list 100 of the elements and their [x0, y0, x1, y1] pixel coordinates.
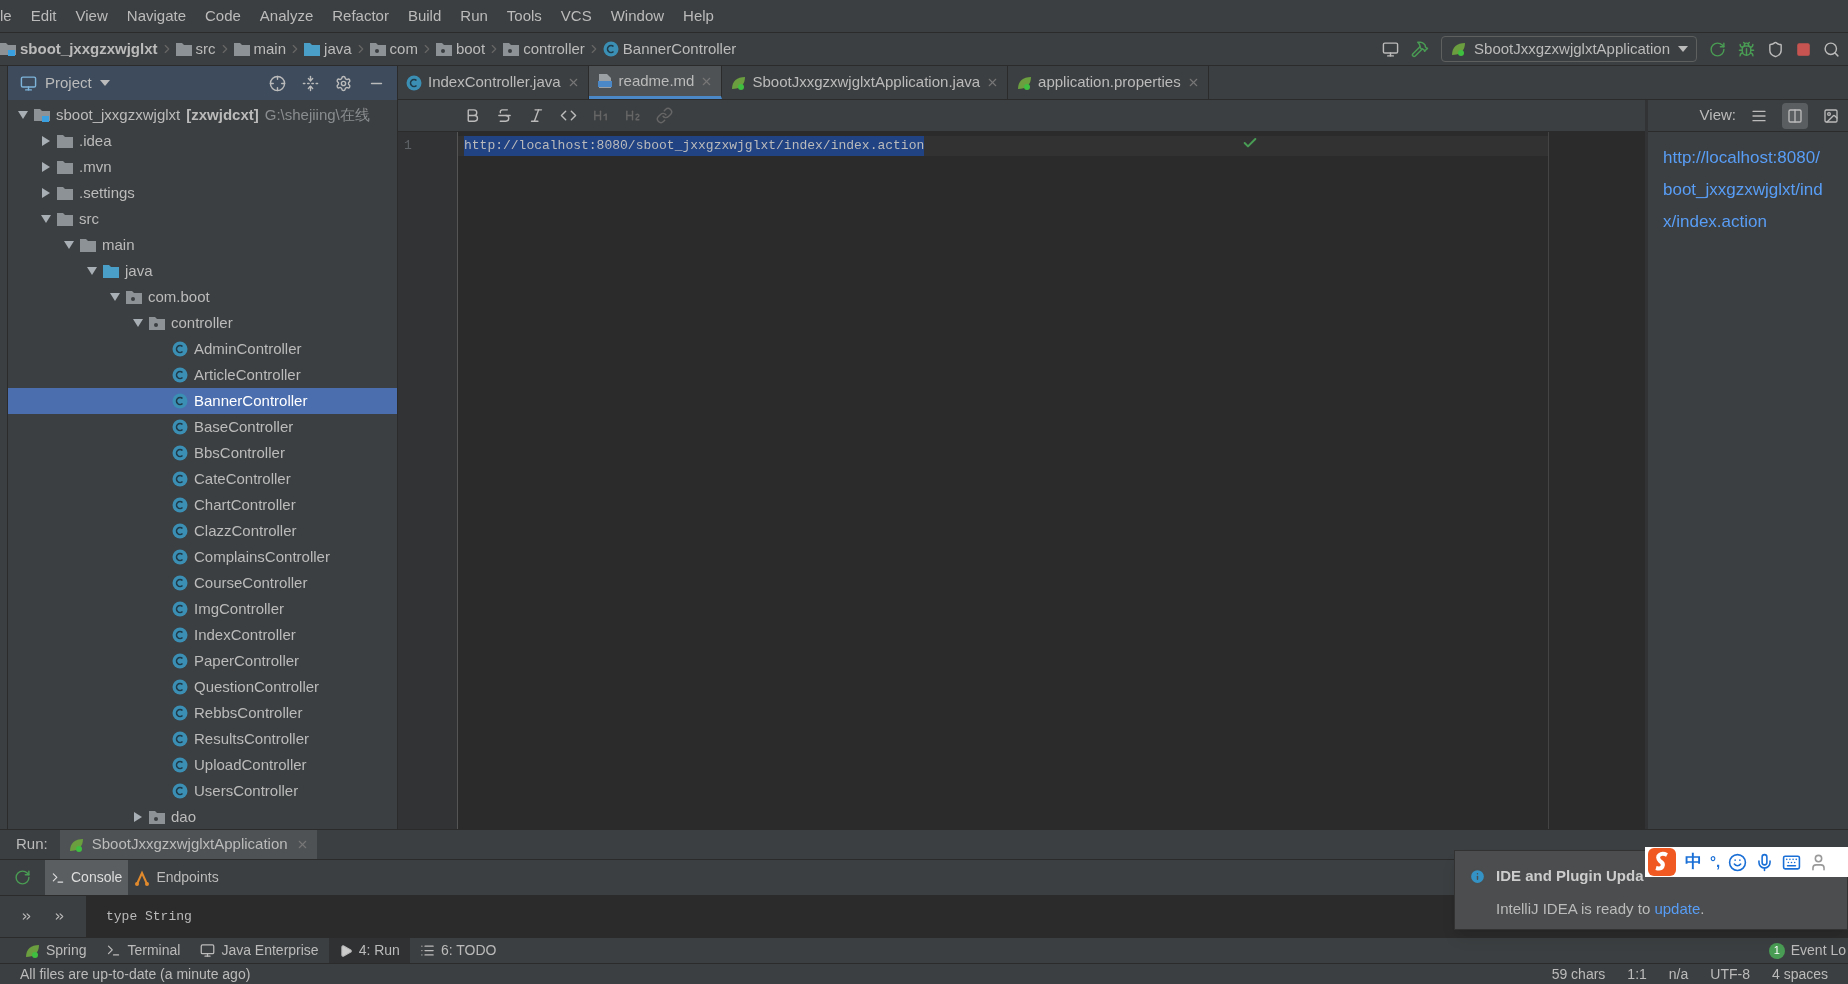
tool-window-button[interactable]: 4: Run	[328, 938, 410, 963]
expanded-arrow-icon[interactable]	[87, 266, 97, 276]
editor-tab[interactable]: application.properties	[1008, 66, 1209, 99]
tool-window-button[interactable]: Spring	[14, 938, 97, 963]
tree-item[interactable]: controller	[8, 310, 397, 336]
menu-item[interactable]: Analyze	[259, 4, 314, 28]
keyboard-icon[interactable]	[1782, 852, 1802, 872]
status-item[interactable]: UTF-8	[1710, 963, 1750, 984]
tree-item[interactable]: ImgController	[8, 596, 397, 622]
tree-item[interactable]: src	[8, 206, 397, 232]
status-item[interactable]: 4 spaces	[1771, 963, 1828, 984]
tree-item[interactable]: BannerController	[8, 388, 397, 414]
menu-item[interactable]: VCS	[560, 4, 592, 28]
tree-item[interactable]: ArticleController	[8, 362, 397, 388]
tool-window-button[interactable]: 6: TODO	[409, 938, 507, 963]
tree-item[interactable]: RebbsController	[8, 700, 397, 726]
view-mode-button[interactable]	[1782, 102, 1808, 129]
status-item[interactable]: 59 chars	[1551, 963, 1606, 984]
run-subtab[interactable]: Console	[45, 860, 129, 895]
search-icon[interactable]	[1823, 40, 1840, 58]
editor-tab[interactable]: SbootJxxgzxwjglxtApplication.java	[722, 66, 1009, 99]
tree-item[interactable]: ChartController	[8, 492, 397, 518]
collapsed-arrow-icon[interactable]	[41, 188, 51, 198]
expanded-arrow-icon[interactable]	[64, 240, 74, 250]
menu-item[interactable]: Help	[683, 4, 714, 28]
settings-icon[interactable]	[335, 74, 352, 92]
ime-logo-icon[interactable]	[1647, 847, 1677, 877]
build-icon[interactable]	[1411, 40, 1430, 58]
menu-item[interactable]: Edit	[30, 4, 57, 28]
expand-icon[interactable]	[20, 910, 33, 923]
tree-item[interactable]: .mvn	[8, 154, 397, 180]
breadcrumb-item[interactable]: boot	[435, 37, 486, 61]
menu-item[interactable]: Refactor	[332, 4, 389, 28]
editor-tab[interactable]: IndexController.java	[398, 66, 589, 99]
tree-item[interactable]: dao	[8, 804, 397, 829]
expanded-arrow-icon[interactable]	[110, 292, 120, 302]
status-item[interactable]: n/a	[1668, 963, 1689, 984]
expanded-arrow-icon[interactable]	[18, 110, 28, 120]
emoji-icon[interactable]	[1728, 852, 1748, 872]
tree-item[interactable]: CourseController	[8, 570, 397, 596]
run-configuration-dropdown[interactable]: SbootJxxgzxwjglxtApplication	[1441, 36, 1697, 62]
collapse-icon[interactable]	[302, 74, 319, 92]
tree-item[interactable]: ResultsController	[8, 726, 397, 752]
status-item[interactable]: 1:1	[1627, 963, 1647, 984]
menu-item[interactable]: View	[75, 4, 108, 28]
breadcrumb-item[interactable]: java	[304, 37, 352, 61]
tree-item[interactable]: .settings	[8, 180, 397, 206]
collapsed-arrow-icon[interactable]	[41, 162, 51, 172]
tree-item[interactable]: BbsController	[8, 440, 397, 466]
breadcrumb-item[interactable]: BannerController	[602, 37, 737, 61]
collapsed-arrow-icon[interactable]	[41, 136, 51, 146]
tree-item[interactable]: UsersController	[8, 778, 397, 804]
tree-item[interactable]: ComplainsController	[8, 544, 397, 570]
breadcrumb-item[interactable]: com	[369, 37, 418, 61]
tree-item[interactable]: sboot_jxxgzxwjglxt [zxwjdcxt] G:\shejiing\在线	[8, 102, 397, 128]
tree-item[interactable]: PaperController	[8, 648, 397, 674]
tree-item[interactable]: IndexController	[8, 622, 397, 648]
tree-item[interactable]: main	[8, 232, 397, 258]
rerun-icon[interactable]	[1709, 40, 1726, 58]
window-icon[interactable]	[1382, 40, 1400, 58]
update-link[interactable]: update	[1654, 899, 1701, 917]
breadcrumb-item[interactable]: sboot_jxxgzxwjglxt	[0, 37, 158, 61]
tree-item[interactable]: CateController	[8, 466, 397, 492]
event-log-button[interactable]: 1 Event Lo	[1768, 940, 1848, 961]
package-icon	[149, 316, 165, 330]
menu-item[interactable]: Window	[610, 4, 665, 28]
tree-item[interactable]: com.boot	[8, 284, 397, 310]
tree-item[interactable]: UploadController	[8, 752, 397, 778]
tree-item[interactable]: AdminController	[8, 336, 397, 362]
expand-icon[interactable]	[53, 910, 66, 923]
rerun-icon[interactable]	[14, 869, 31, 886]
expanded-arrow-icon[interactable]	[41, 214, 51, 224]
tree-item[interactable]: java	[8, 258, 397, 284]
menu-item[interactable]: Code	[205, 4, 241, 28]
stop-icon[interactable]	[1796, 41, 1811, 57]
strikethrough-icon[interactable]	[496, 107, 513, 124]
ime-punctuation[interactable]: °,	[1710, 850, 1721, 874]
tool-window-button[interactable]: Terminal	[96, 938, 191, 963]
menu-item[interactable]: le	[0, 4, 12, 28]
tool-window-button[interactable]: Java Enterprise	[190, 938, 329, 963]
breadcrumb-item[interactable]: controller	[503, 37, 585, 61]
editor-tab[interactable]: readme.md	[588, 66, 723, 99]
run-tab[interactable]: SbootJxxgzxwjglxtApplication	[59, 830, 317, 859]
project-view-selector[interactable]: Project	[20, 71, 110, 95]
tree-item[interactable]: .idea	[8, 128, 397, 154]
tree-item[interactable]: BaseController	[8, 414, 397, 440]
menu-item[interactable]: Build	[407, 4, 442, 28]
italic-icon[interactable]	[528, 107, 545, 124]
ime-mode[interactable]: 中	[1685, 849, 1702, 875]
expanded-arrow-icon[interactable]	[133, 318, 143, 328]
debug-icon[interactable]	[1738, 40, 1755, 58]
collapsed-arrow-icon[interactable]	[133, 812, 143, 822]
tree-item[interactable]: ClazzController	[8, 518, 397, 544]
menu-item[interactable]: Tools	[506, 4, 542, 28]
tree-item[interactable]: QuestionController	[8, 674, 397, 700]
menu-item[interactable]: Navigate	[126, 4, 186, 28]
breadcrumb-item[interactable]: main	[233, 37, 287, 61]
menu-item[interactable]: Run	[460, 4, 488, 28]
locate-icon[interactable]	[269, 74, 286, 92]
breadcrumb-item[interactable]: src	[175, 37, 216, 61]
